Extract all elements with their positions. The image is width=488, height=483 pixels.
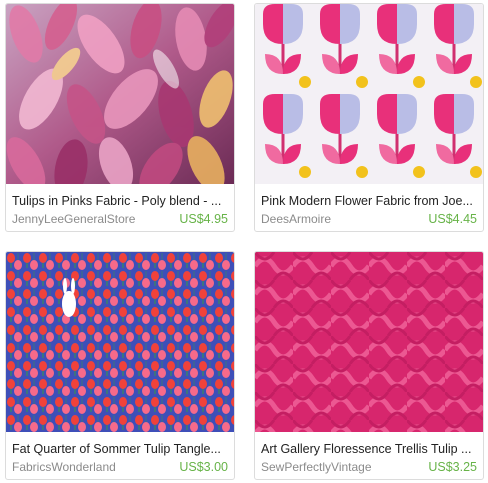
listing-card[interactable]: Art Gallery Floressence Trellis Tulip ..…	[254, 251, 484, 480]
listing-price: US$4.45	[428, 212, 477, 226]
listing-price: US$4.95	[179, 212, 228, 226]
listing-title[interactable]: Art Gallery Floressence Trellis Tulip ..…	[261, 441, 477, 457]
listing-card[interactable]: Pink Modern Flower Fabric from Joe... De…	[254, 3, 484, 232]
shop-name[interactable]: SewPerfectlyVintage	[261, 460, 372, 474]
listing-card[interactable]: Tulips in Pinks Fabric - Poly blend - ..…	[5, 3, 235, 232]
shop-name[interactable]: JennyLeeGeneralStore	[12, 212, 135, 226]
shop-name[interactable]: FabricsWonderland	[12, 460, 116, 474]
listing-image[interactable]	[6, 252, 234, 432]
listing-price: US$3.00	[179, 460, 228, 474]
shop-name[interactable]: DeesArmoire	[261, 212, 331, 226]
listing-image[interactable]	[6, 4, 234, 184]
listing-image[interactable]	[255, 4, 483, 184]
listing-title[interactable]: Pink Modern Flower Fabric from Joe...	[261, 193, 477, 209]
listing-title[interactable]: Fat Quarter of Sommer Tulip Tangle...	[12, 441, 228, 457]
listing-price: US$3.25	[428, 460, 477, 474]
listing-image[interactable]	[255, 252, 483, 432]
listing-title[interactable]: Tulips in Pinks Fabric - Poly blend - ..…	[12, 193, 228, 209]
listing-card[interactable]: Fat Quarter of Sommer Tulip Tangle... Fa…	[5, 251, 235, 480]
